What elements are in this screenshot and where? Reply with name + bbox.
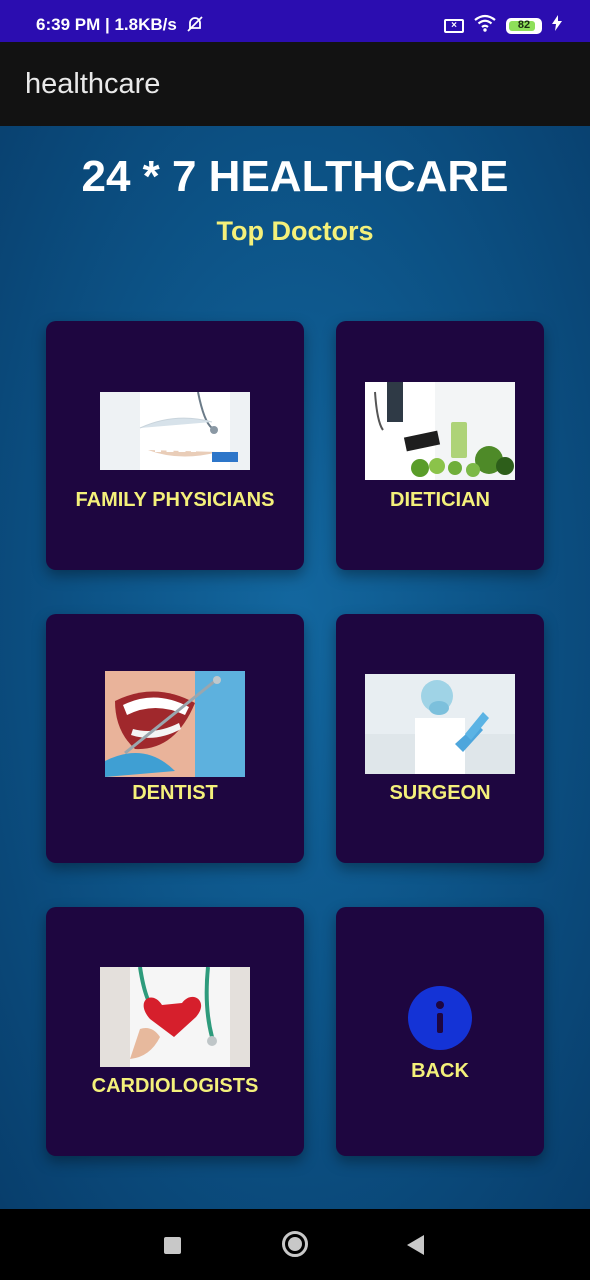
back-nav-icon[interactable] <box>407 1235 424 1255</box>
card-surgeon[interactable]: SURGEON <box>336 614 544 863</box>
card-label: CARDIOLOGISTS <box>91 1075 259 1097</box>
card-label: DENTIST <box>132 782 218 804</box>
card-family-physicians[interactable]: FAMILY PHYSICIANS <box>46 321 304 570</box>
battery-icon: 82 <box>506 17 542 34</box>
info-icon <box>408 986 472 1050</box>
main-content: 24 * 7 HEALTHCARE Top Doctors FAMILY PHY… <box>0 126 590 1209</box>
system-nav-bar <box>0 1209 590 1280</box>
cardiologists-image <box>100 967 250 1067</box>
home-icon[interactable] <box>282 1231 308 1257</box>
back-button[interactable]: BACK <box>336 907 544 1156</box>
card-label: FAMILY PHYSICIANS <box>75 489 275 511</box>
family-physicians-image <box>100 392 250 470</box>
app-bar: healthcare <box>0 42 590 126</box>
charging-icon <box>552 15 562 36</box>
page-title: 24 * 7 HEALTHCARE <box>81 152 509 201</box>
wifi-icon <box>474 14 496 37</box>
card-dietician[interactable]: DIETICIAN <box>336 321 544 570</box>
page-subtitle: Top Doctors <box>216 216 374 246</box>
sim-icon: × <box>444 18 464 33</box>
card-label: DIETICIAN <box>390 489 490 511</box>
card-cardiologists[interactable]: CARDIOLOGISTS <box>46 907 304 1156</box>
dentist-image <box>105 671 245 777</box>
status-bar: 6:39 PM | 1.8KB/s × 82 <box>0 0 590 42</box>
card-label: BACK <box>411 1060 469 1082</box>
card-dentist[interactable]: DENTIST <box>46 614 304 863</box>
surgeon-image <box>365 674 515 774</box>
bell-muted-icon <box>186 15 204 38</box>
card-label: SURGEON <box>389 782 491 804</box>
recents-icon[interactable] <box>164 1237 181 1254</box>
dietician-image <box>365 382 515 480</box>
app-title: healthcare <box>25 68 161 100</box>
status-time: 6:39 PM | 1.8KB/s <box>36 15 177 34</box>
